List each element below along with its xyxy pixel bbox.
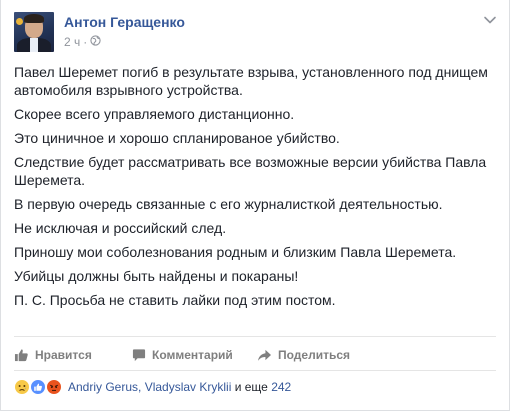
reactor-names[interactable]: Andriy Gerus, Vladyslav Kryklii (68, 380, 231, 394)
post-paragraph: Это циничное и хорошо спланированое убий… (14, 130, 340, 146)
angry-reaction-icon[interactable] (46, 379, 62, 395)
author-name[interactable]: Антон Геращенко (64, 14, 185, 30)
share-arrow-icon (257, 349, 272, 362)
post-paragraph: П. С. Просьба не ставить лайки под этим … (14, 292, 336, 308)
thumbs-up-icon (14, 348, 29, 362)
avatar-shirt (30, 38, 38, 52)
action-bar: Нравится Комментарий Поделиться (14, 344, 498, 366)
avatar-badge (16, 18, 23, 25)
like-label: Нравится (35, 348, 92, 362)
post-paragraph: Следствие будет рассматривать все возмож… (14, 154, 487, 188)
share-label: Поделиться (278, 348, 351, 362)
post-meta: 2 ч · (64, 34, 101, 50)
share-button[interactable]: Поделиться (257, 348, 350, 362)
actions-top-divider (14, 336, 496, 337)
avatar-hair (24, 14, 44, 23)
like-button[interactable]: Нравится (14, 348, 132, 362)
post-paragraph: Скорее всего управляемого дистанционно. (14, 106, 295, 122)
chevron-down-icon[interactable] (482, 12, 498, 28)
reactor-count[interactable]: 242 (271, 380, 291, 394)
post-paragraph: Павел Шеремет погиб в результате взрыва,… (14, 64, 488, 98)
meta-separator: · (83, 35, 88, 49)
comment-icon (132, 348, 146, 362)
post-text: Павел Шеремет погиб в результате взрыва,… (14, 63, 494, 315)
post-paragraph: Не исключая и российский след. (14, 220, 227, 236)
post-card: Антон Геращенко 2 ч · Павел Шеремет поги… (0, 0, 510, 411)
reactions-top-divider (14, 370, 496, 371)
sad-reaction-icon[interactable] (14, 379, 30, 395)
post-paragraph: В первую очередь связанные с его журнали… (14, 196, 443, 212)
comment-label: Комментарий (152, 348, 233, 362)
post-header: Антон Геращенко 2 ч · (14, 12, 498, 52)
reactors-and: и еще (231, 380, 272, 394)
reactors-text[interactable]: Andriy Gerus, Vladyslav Kryklii и еще 24… (68, 380, 291, 394)
post-paragraph: Приношу мои соболезнования родным и близ… (14, 244, 457, 260)
globe-icon[interactable] (90, 35, 101, 49)
like-reaction-icon[interactable] (30, 379, 46, 395)
post-paragraph: Убийцы должны быть найдены и покараны! (14, 268, 299, 284)
reactions-summary: Andriy Gerus, Vladyslav Kryklii и еще 24… (14, 377, 498, 397)
comment-button[interactable]: Комментарий (132, 348, 257, 362)
author-avatar[interactable] (14, 12, 54, 52)
post-time[interactable]: 2 ч (64, 35, 80, 49)
